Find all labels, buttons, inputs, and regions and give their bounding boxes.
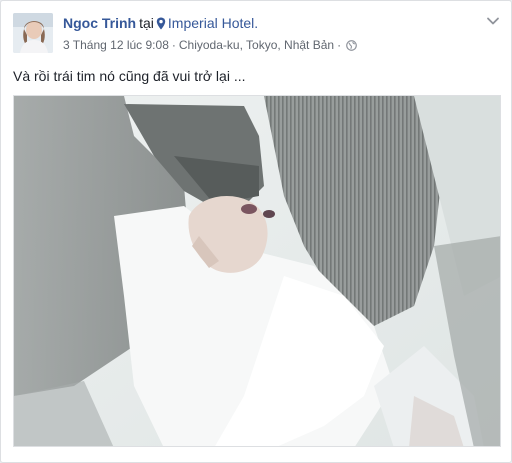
post-card: Ngoc Trinh tại Imperial Hotel. 3 Tháng 12 … [0, 0, 512, 463]
globe-icon[interactable] [346, 39, 357, 55]
meta-separator: · [171, 38, 176, 52]
post-title-line: Ngoc Trinh tại Imperial Hotel. [63, 14, 483, 34]
post-photo[interactable] [13, 95, 501, 447]
post-meta-line: 3 Tháng 12 lúc 9:08 · Chiyoda-ku, Tokyo, N… [63, 37, 483, 55]
post-header: Ngoc Trinh tại Imperial Hotel. 3 Tháng 12 … [63, 14, 483, 55]
photo-image [14, 96, 500, 446]
meta-separator-2: · [337, 38, 342, 52]
post-caption: Và rồi trái tim nó cũng đã vui trở lại .… [13, 68, 246, 84]
chevron-down-icon[interactable] [485, 13, 501, 29]
avatar-image [13, 13, 53, 53]
tagged-preposition: tại [139, 15, 154, 31]
author-name[interactable]: Ngoc Trinh [63, 15, 136, 31]
location-link[interactable]: Imperial Hotel. [168, 15, 258, 31]
post-timestamp[interactable]: 3 Tháng 12 lúc 9:08 [63, 38, 169, 52]
avatar[interactable] [13, 13, 53, 53]
map-pin-icon [156, 16, 166, 34]
place-detail[interactable]: Chiyoda-ku, Tokyo, Nhật Bản [179, 38, 334, 52]
